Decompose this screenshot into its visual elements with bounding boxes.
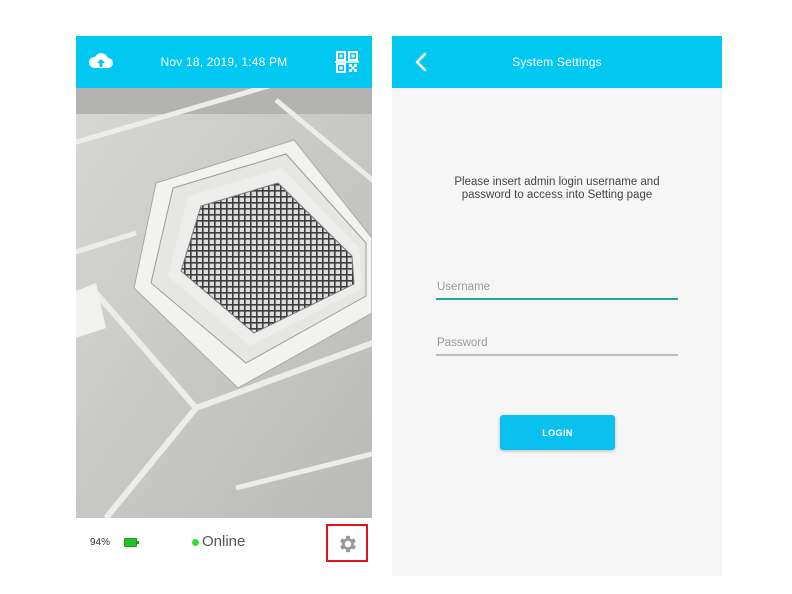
username-field[interactable] — [436, 276, 678, 300]
connection-status: Online — [202, 533, 246, 550]
page-title: System Settings — [512, 55, 602, 69]
qr-scan-icon[interactable] — [334, 49, 360, 75]
password-field[interactable] — [436, 332, 678, 356]
ceiling-vent-image — [76, 88, 372, 518]
gear-icon[interactable] — [337, 533, 359, 555]
settings-header: System Settings — [392, 36, 722, 88]
settings-login-screen: System Settings Please insert admin logi… — [392, 36, 722, 576]
settings-button[interactable] — [326, 524, 368, 562]
camera-screen: Nov 18, 2019, 1:48 PM 94% Online — [76, 36, 372, 576]
status-bar: 94% Online — [76, 518, 372, 576]
battery-icon — [124, 538, 139, 547]
online-indicator-dot — [192, 539, 199, 546]
login-button[interactable]: LOGIN — [500, 415, 615, 450]
login-instructions: Please insert admin login username and p… — [454, 176, 660, 201]
camera-header: Nov 18, 2019, 1:48 PM — [76, 36, 372, 88]
datetime-label: Nov 18, 2019, 1:48 PM — [160, 55, 288, 69]
camera-preview — [76, 88, 372, 518]
battery-percent: 94% — [90, 537, 111, 548]
